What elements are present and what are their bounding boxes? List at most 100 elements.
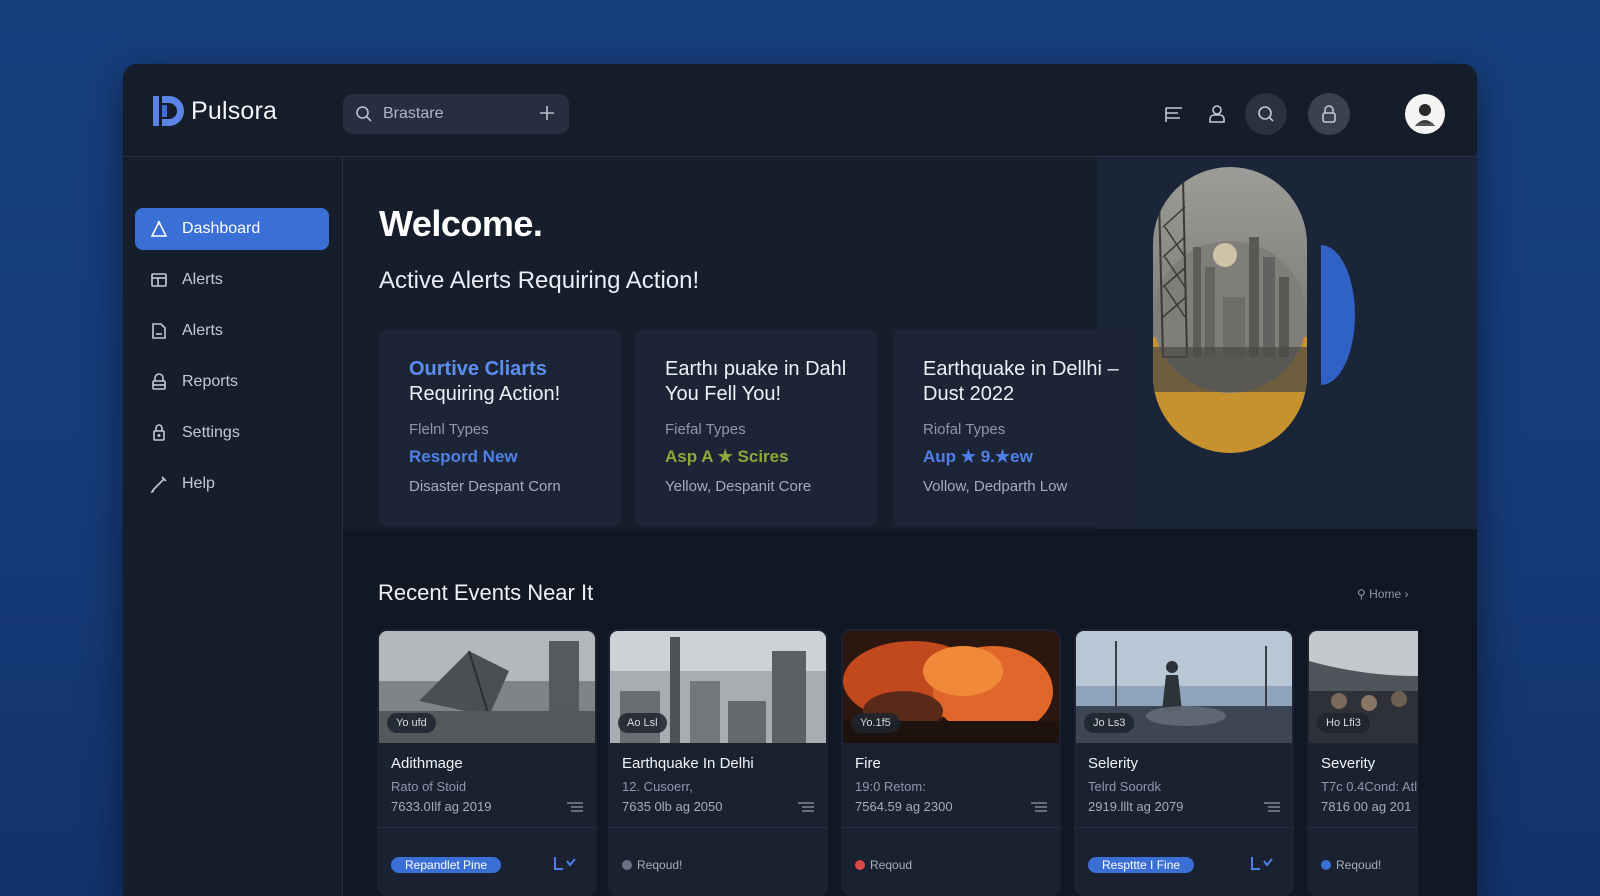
event-title: Earthquake In Delhi <box>622 755 754 772</box>
alert-action-link[interactable]: Aup ★ 9.★ew <box>923 447 1033 467</box>
divider <box>1307 827 1418 828</box>
event-tag: Ao Lsl <box>618 713 667 733</box>
sidebar-item-alerts[interactable]: Alerts <box>135 259 329 301</box>
section-title: Recent Events Near It <box>378 580 594 605</box>
respond-label: Reqoud! <box>637 858 683 872</box>
alert-footer: Vollow, Dedparth Low <box>923 478 1068 495</box>
app-logo[interactable]: Pulsora <box>151 94 277 128</box>
sidebar-item-label: Reports <box>182 373 239 390</box>
alert-title-highlight: Ourtive Cliarts <box>409 358 547 380</box>
event-subtitle: 19:0 Retom: <box>855 779 926 794</box>
alert-footer: Disaster Despant Corn <box>409 478 561 495</box>
lock-icon <box>1322 105 1336 123</box>
divider <box>608 827 828 828</box>
notification-icon[interactable] <box>1308 93 1350 135</box>
avatar[interactable] <box>1405 94 1445 134</box>
file-icon <box>149 321 169 341</box>
sidebar-item-dashboard[interactable]: Dashboard <box>135 208 329 250</box>
sidebar-item-label: Dashboard <box>182 220 261 237</box>
list-icon[interactable] <box>1264 801 1280 813</box>
event-tag: Ho Lfi3 <box>1317 713 1370 733</box>
respond-label: Reqoud! <box>1336 858 1382 872</box>
event-title: Fire <box>855 755 881 772</box>
sidebar-item-label: Alerts <box>182 271 223 288</box>
alert-action-link[interactable]: Asp A ★ Scires <box>665 447 789 467</box>
sidebar-item-settings[interactable]: Settings <box>135 412 329 454</box>
event-date: 2919.lllt ag 2079 <box>1088 799 1184 814</box>
event-card[interactable]: Yo.1f5 Fire 19:0 Retom: 7564.59 ag 2300 … <box>841 629 1061 896</box>
event-subtitle: 12. Cusoerr, <box>622 779 693 794</box>
decorative-arc-icon <box>1321 245 1355 385</box>
event-title: Selerity <box>1088 755 1139 772</box>
plus-icon[interactable] <box>537 103 557 123</box>
sidebar-item-label: Settings <box>182 424 240 441</box>
status-dot <box>622 860 632 870</box>
person-icon <box>1209 105 1225 123</box>
alert-card[interactable]: Ourtive Cliarts Requiring Action! Flelnl … <box>379 329 621 527</box>
list-icon[interactable] <box>798 801 814 813</box>
alert-footer: Yellow, Despanit Core <box>665 478 812 495</box>
sidebar-item-alerts-2[interactable]: Alerts <box>135 310 329 352</box>
sidebar-item-label: Help <box>182 475 215 492</box>
status-dot <box>855 860 865 870</box>
event-tag: Yo.1f5 <box>851 713 900 733</box>
event-subtitle: T7c 0.4Cond: Atl <box>1321 779 1418 794</box>
event-title: Adithmage <box>391 755 463 772</box>
divider <box>841 827 1061 828</box>
respond-status[interactable]: Reqoud! <box>622 858 682 872</box>
respond-button[interactable]: Respttte I Fine <box>1088 857 1195 873</box>
city-illustration <box>1153 167 1307 453</box>
home-icon <box>149 219 169 239</box>
event-date: 7633.0Ilf ag 2019 <box>391 799 492 814</box>
alert-title: Earthı puake in Dahl You Fell You! <box>665 358 847 405</box>
trend-icon[interactable] <box>1250 855 1274 871</box>
search-toggle-icon[interactable] <box>1245 93 1287 135</box>
list-icon[interactable] <box>567 801 583 813</box>
logo-mark-icon <box>153 96 184 126</box>
alert-card[interactable]: Earthquake in Dellhi – Dust 2022 Riofal … <box>893 329 1135 527</box>
sidebar-item-reports[interactable]: Reports <box>135 361 329 403</box>
lock-icon <box>149 372 169 392</box>
top-bar: Pulsora <box>123 64 1477 157</box>
divider <box>1074 827 1294 828</box>
settings-icon <box>149 423 169 443</box>
sidebar: Dashboard Alerts Alerts Reports Settings <box>123 157 343 896</box>
alert-title: Earthquake in Dellhi – Dust 2022 <box>923 358 1119 405</box>
list-icon[interactable] <box>1031 801 1047 813</box>
search-input[interactable] <box>381 104 535 124</box>
event-title: Severity <box>1321 755 1376 772</box>
alert-icon <box>149 270 169 290</box>
respond-button[interactable]: Repandlet Pine <box>391 857 502 873</box>
event-card[interactable]: Yo ufd Adithmage Rato of Stoid 7633.0Ilf… <box>377 629 597 896</box>
user-icon[interactable] <box>1196 93 1238 135</box>
event-card[interactable]: Ao Lsl Earthquake In Delhi 12. Cusoerr, … <box>608 629 828 896</box>
alert-action-link[interactable]: Respord New <box>409 447 518 467</box>
alert-type: Riofal Types <box>923 421 1006 438</box>
magnifier-icon <box>1258 106 1274 122</box>
divider <box>377 827 597 828</box>
messages-icon[interactable] <box>1153 93 1195 135</box>
respond-status[interactable]: Reqoud! <box>1321 858 1381 872</box>
event-card[interactable]: Ho Lfi3 Severity T7c 0.4Cond: Atl 7816 0… <box>1307 629 1418 896</box>
event-tag: Yo ufd <box>387 713 436 733</box>
respond-label: Reqoud <box>870 858 913 872</box>
event-date: 7635 0lb ag 2050 <box>622 799 723 814</box>
sidebar-item-label: Alerts <box>182 322 223 339</box>
app-window: Pulsora Brastare Dashboard Alerts Alerts… <box>123 64 1477 896</box>
trend-icon[interactable] <box>553 855 577 871</box>
event-card[interactable]: Jo Ls3 Selerity Telrd Soordk 2919.lllt a… <box>1074 629 1294 896</box>
event-date: 7564.59 ag 2300 <box>855 799 953 814</box>
page-subtitle: Active Alerts Requiring Action! <box>379 267 700 294</box>
view-more-link[interactable]: ⚲ Home › <box>1357 587 1408 601</box>
main-content: Welcome. Active Alerts Requiring Action!… <box>343 157 1477 896</box>
respond-status[interactable]: Reqoud <box>855 858 912 872</box>
event-subtitle: Telrd Soordk <box>1088 779 1161 794</box>
search-icon <box>356 106 372 122</box>
alert-card[interactable]: Earthı puake in Dahl You Fell You! Fiefa… <box>635 329 877 527</box>
pencil-icon <box>149 474 169 494</box>
alert-type: Fiefal Types <box>665 421 746 438</box>
event-date: 7816 00 ag 201 <box>1321 799 1412 814</box>
avatar-image <box>1415 104 1435 126</box>
search-bar[interactable] <box>343 94 569 134</box>
sidebar-item-help[interactable]: Help <box>135 463 329 505</box>
